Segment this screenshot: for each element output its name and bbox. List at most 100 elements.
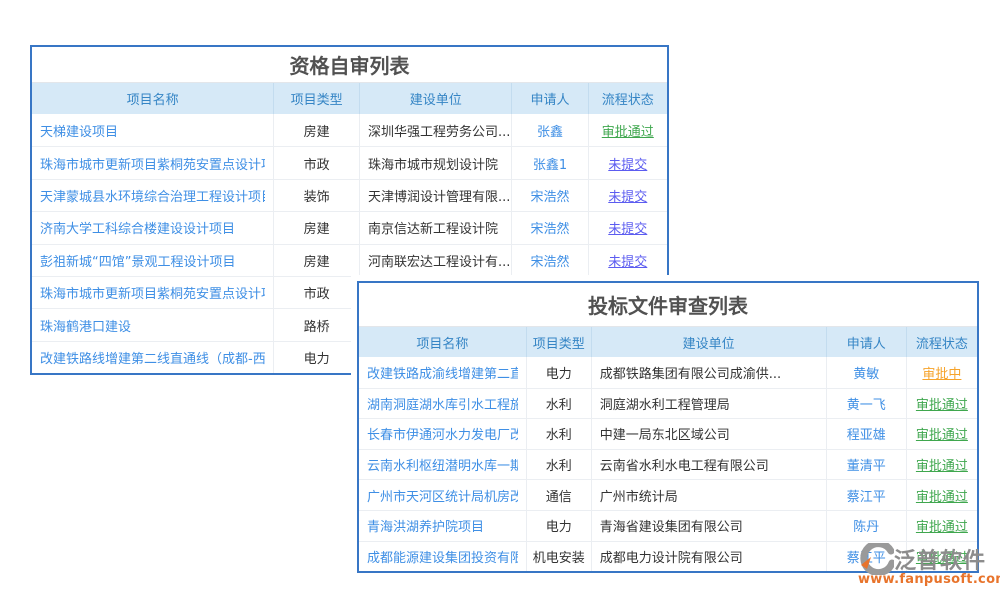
- status-link[interactable]: 未提交: [608, 186, 647, 205]
- project-name-cell: 长春市伊通河水力发电厂改建工程: [359, 419, 526, 449]
- status-link[interactable]: 审批通过: [916, 516, 968, 535]
- applicant-cell: 张鑫1: [511, 147, 587, 178]
- project-type-cell: 通信: [526, 480, 591, 510]
- construction-unit-cell: 洞庭湖水利工程管理局: [591, 389, 826, 419]
- construction-unit-cell: 成都电力设计院有限公司: [591, 542, 826, 572]
- construction-unit-cell: 云南省水利水电工程有限公司: [591, 450, 826, 480]
- status-link[interactable]: 审批通过: [916, 424, 968, 443]
- table-row: 青海洪湖养护院项目 电力 青海省建设集团有限公司 陈丹 审批通过: [359, 510, 977, 541]
- status-link[interactable]: 审批中: [922, 363, 961, 382]
- project-name-link[interactable]: 天津蒙城县水环境综合治理工程设计项目: [40, 186, 265, 205]
- status-cell: 未提交: [588, 245, 667, 276]
- project-name-link[interactable]: 珠海市城市更新项目紫桐苑安置点设计项目: [40, 283, 265, 302]
- applicant-link[interactable]: 黄敏: [853, 363, 879, 382]
- project-name-link[interactable]: 改建铁路线增建第二线直通线（成都-西安...: [40, 348, 265, 367]
- applicant-cell: 程亚雄: [826, 419, 906, 449]
- status-cell: 审批通过: [906, 419, 977, 449]
- column-header-applicant: 申请人: [826, 327, 906, 357]
- applicant-cell: 宋浩然: [511, 245, 587, 276]
- project-type-cell: 装饰: [273, 180, 359, 211]
- project-type-cell: 水利: [526, 419, 591, 449]
- project-name-cell: 珠海鹤港口建设: [32, 309, 273, 340]
- status-link[interactable]: 审批通过: [916, 394, 968, 413]
- project-name-link[interactable]: 广州市天河区统计局机房改造项目: [367, 486, 518, 505]
- fanpu-logo-icon: [858, 543, 894, 575]
- applicant-cell: 宋浩然: [511, 212, 587, 243]
- table-row: 天津蒙城县水环境综合治理工程设计项目 装饰 天津博润设计管理有限... 宋浩然 …: [32, 179, 667, 211]
- project-type-cell: 市政: [273, 147, 359, 178]
- project-name-link[interactable]: 青海洪湖养护院项目: [367, 516, 484, 535]
- table-row: 广州市天河区统计局机房改造项目 通信 广州市统计局 蔡江平 审批通过: [359, 479, 977, 510]
- status-cell: 审批通过: [588, 114, 667, 146]
- project-name-cell: 珠海市城市更新项目紫桐苑安置点设计项目: [32, 147, 273, 178]
- status-link[interactable]: 未提交: [608, 251, 647, 270]
- table-header-row: 项目名称 项目类型 建设单位 申请人 流程状态: [32, 83, 667, 114]
- bid-document-review-table: 投标文件审查列表 项目名称 项目类型 建设单位 申请人 流程状态 改建铁路成渝线…: [357, 281, 979, 573]
- project-name-link[interactable]: 济南大学工科综合楼建设设计项目: [40, 218, 235, 237]
- project-name-link[interactable]: 长春市伊通河水力发电厂改建工程: [367, 424, 518, 443]
- project-name-cell: 珠海市城市更新项目紫桐苑安置点设计项目: [32, 277, 273, 308]
- table-row: 云南水利枢纽潜明水库一期工程施工标 水利 云南省水利水电工程有限公司 董清平 审…: [359, 449, 977, 480]
- status-link[interactable]: 审批通过: [602, 121, 654, 140]
- project-name-link[interactable]: 成都能源建设集团投资有限公司临时办...: [367, 547, 518, 566]
- status-cell: 审批通过: [906, 511, 977, 541]
- project-name-link[interactable]: 珠海鹤港口建设: [40, 316, 131, 335]
- status-link[interactable]: 审批通过: [916, 486, 968, 505]
- applicant-link[interactable]: 蔡江平: [847, 486, 886, 505]
- table-row: 长春市伊通河水力发电厂改建工程 水利 中建一局东北区域公司 程亚雄 审批通过: [359, 418, 977, 449]
- watermark-brand-text: 泛普软件: [894, 543, 986, 575]
- project-type-cell: 水利: [526, 389, 591, 419]
- project-type-cell: 房建: [273, 114, 359, 146]
- applicant-link[interactable]: 黄一飞: [847, 394, 886, 413]
- project-name-link[interactable]: 彭祖新城“四馆”景观工程设计项目: [40, 251, 235, 270]
- project-name-link[interactable]: 改建铁路成渝线增建第二直通线（成渝...: [367, 363, 518, 382]
- construction-unit-cell: 珠海市城市规划设计院: [359, 147, 511, 178]
- table-row: 彭祖新城“四馆”景观工程设计项目 房建 河南联宏达工程设计有... 宋浩然 未提…: [32, 244, 667, 276]
- table-row: 湖南洞庭湖水库引水工程施工标 水利 洞庭湖水利工程管理局 黄一飞 审批通过: [359, 388, 977, 419]
- applicant-link[interactable]: 董清平: [847, 455, 886, 474]
- table-body: 改建铁路成渝线增建第二直通线（成渝... 电力 成都铁路集团有限公司成渝供...…: [359, 357, 977, 571]
- project-type-cell: 房建: [273, 245, 359, 276]
- project-type-cell: 电力: [273, 342, 359, 373]
- status-link[interactable]: 未提交: [608, 154, 647, 173]
- construction-unit-cell: 广州市统计局: [591, 480, 826, 510]
- project-type-cell: 电力: [526, 511, 591, 541]
- project-name-link[interactable]: 湖南洞庭湖水库引水工程施工标: [367, 394, 518, 413]
- project-type-cell: 路桥: [273, 309, 359, 340]
- construction-unit-cell: 河南联宏达工程设计有...: [359, 245, 511, 276]
- project-name-link[interactable]: 天梯建设项目: [40, 121, 118, 140]
- table-row: 济南大学工科综合楼建设设计项目 房建 南京信达新工程设计院 宋浩然 未提交: [32, 211, 667, 243]
- project-type-cell: 房建: [273, 212, 359, 243]
- status-cell: 审批通过: [906, 480, 977, 510]
- construction-unit-cell: 成都铁路集团有限公司成渝供...: [591, 357, 826, 388]
- project-name-link[interactable]: 云南水利枢纽潜明水库一期工程施工标: [367, 455, 518, 474]
- construction-unit-cell: 深圳华强工程劳务公司...: [359, 114, 511, 146]
- status-cell: 审批通过: [906, 389, 977, 419]
- status-cell: 审批通过: [906, 450, 977, 480]
- applicant-link[interactable]: 宋浩然: [530, 186, 569, 205]
- status-cell: 审批中: [906, 357, 977, 388]
- applicant-link[interactable]: 宋浩然: [530, 251, 569, 270]
- table-row: 天梯建设项目 房建 深圳华强工程劳务公司... 张鑫 审批通过: [32, 114, 667, 146]
- bid-document-review-panel: 投标文件审查列表 项目名称 项目类型 建设单位 申请人 流程状态 改建铁路成渝线…: [351, 275, 985, 579]
- column-header-construction-unit: 建设单位: [359, 83, 511, 114]
- applicant-link[interactable]: 宋浩然: [530, 218, 569, 237]
- status-link[interactable]: 审批通过: [916, 455, 968, 474]
- status-link[interactable]: 未提交: [608, 218, 647, 237]
- project-name-cell: 天津蒙城县水环境综合治理工程设计项目: [32, 180, 273, 211]
- applicant-link[interactable]: 程亚雄: [847, 424, 886, 443]
- applicant-link[interactable]: 张鑫1: [533, 154, 567, 173]
- project-name-link[interactable]: 珠海市城市更新项目紫桐苑安置点设计项目: [40, 154, 265, 173]
- applicant-cell: 张鑫: [511, 114, 587, 146]
- construction-unit-cell: 天津博润设计管理有限...: [359, 180, 511, 211]
- column-header-status: 流程状态: [906, 327, 977, 357]
- column-header-applicant: 申请人: [511, 83, 587, 114]
- status-cell: 未提交: [588, 212, 667, 243]
- table-title: 资格自审列表: [32, 47, 667, 83]
- applicant-link[interactable]: 张鑫: [537, 121, 563, 140]
- project-type-cell: 市政: [273, 277, 359, 308]
- applicant-link[interactable]: 陈丹: [853, 516, 879, 535]
- table-title: 投标文件审查列表: [359, 283, 977, 327]
- project-name-cell: 青海洪湖养护院项目: [359, 511, 526, 541]
- project-type-cell: 机电安装: [526, 542, 591, 572]
